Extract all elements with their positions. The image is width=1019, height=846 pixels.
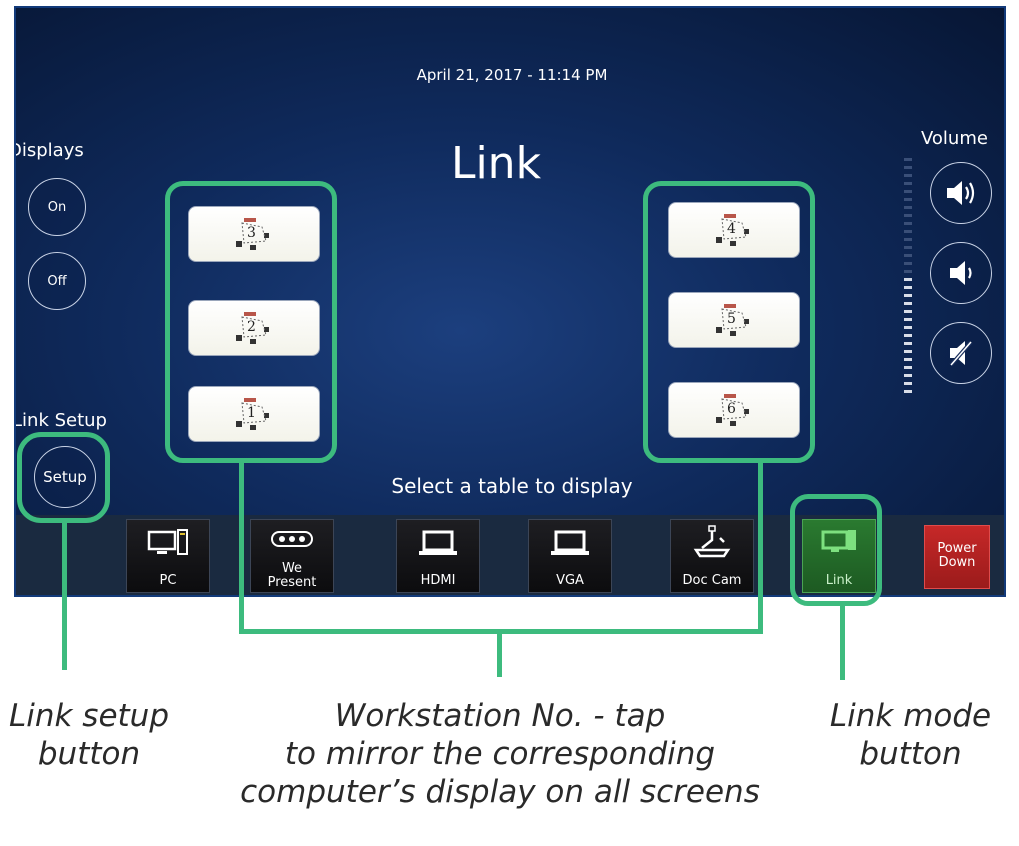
- displays-label: Displays: [14, 140, 84, 161]
- volume-meter-segment: [904, 230, 912, 233]
- volume-meter-segment: [904, 238, 912, 241]
- volume-meter-segment: [904, 318, 912, 321]
- workstation-connector-stem: [497, 629, 502, 677]
- desktop-computer-icon: [127, 528, 209, 560]
- volume-meter-segment: [904, 246, 912, 249]
- source-pc-button[interactable]: PC: [126, 519, 210, 593]
- power-down-button[interactable]: Power Down: [924, 525, 990, 589]
- volume-meter-segment: [904, 262, 912, 265]
- volume-meter-segment: [904, 270, 912, 273]
- volume-meter-segment: [904, 382, 912, 385]
- workstation-connector-right: [758, 462, 763, 634]
- volume-meter-segment: [904, 366, 912, 369]
- source-label: We Present: [267, 561, 317, 590]
- mute-button[interactable]: [930, 322, 992, 384]
- volume-meter-segment: [904, 334, 912, 337]
- volume-meter-segment: [904, 310, 912, 313]
- link-setup-highlight: [17, 432, 110, 523]
- link-mode-caption: Link mode button: [829, 698, 992, 772]
- link-setup-caption: Link setup button: [8, 698, 170, 772]
- wepresent-icon: [251, 530, 333, 562]
- source-vga-button[interactable]: VGA: [528, 519, 612, 593]
- mute-icon: [949, 340, 973, 367]
- datetime: April 21, 2017 - 11:14 PM: [416, 66, 608, 84]
- volume-meter-segment: [904, 390, 912, 393]
- laptop-icon: [529, 528, 611, 560]
- volume-meter-segment: [904, 358, 912, 361]
- volume-meter-segment: [904, 222, 912, 225]
- workstation-caption: Workstation No. - tap to mirror the corr…: [240, 698, 760, 810]
- link-setup-label: Link Setup: [14, 410, 107, 431]
- volume-label: Volume: [921, 128, 988, 149]
- source-label: Doc Cam: [682, 573, 742, 588]
- volume-meter-segment: [904, 342, 912, 345]
- volume-meter-segment: [904, 286, 912, 289]
- volume-meter-segment: [904, 198, 912, 201]
- volume-meter-segment: [904, 302, 912, 305]
- laptop-icon: [397, 528, 479, 560]
- volume-meter-segment: [904, 374, 912, 377]
- link-mode-highlight: [790, 494, 882, 606]
- displays-off-button[interactable]: Off: [28, 252, 86, 310]
- page-title: Link: [450, 138, 542, 189]
- volume-meter-segment: [904, 158, 912, 161]
- volume-meter-segment: [904, 278, 912, 281]
- volume-meter-segment: [904, 166, 912, 169]
- volume-down-button[interactable]: [930, 242, 992, 304]
- volume-meter-segment: [904, 182, 912, 185]
- source-hdmi-button[interactable]: HDMI: [396, 519, 480, 593]
- displays-on-button[interactable]: On: [28, 178, 86, 236]
- source-wepresent-button[interactable]: We Present: [250, 519, 334, 593]
- source-label: HDMI: [420, 573, 456, 588]
- power-down-label: Power Down: [937, 541, 977, 570]
- volume-meter-segment: [904, 326, 912, 329]
- volume-meter-segment: [904, 214, 912, 217]
- workstation-group-right-highlight: [643, 181, 815, 463]
- volume-up-icon: [947, 181, 975, 205]
- volume-meter-segment: [904, 206, 912, 209]
- workstation-group-left-highlight: [165, 181, 337, 463]
- volume-up-button[interactable]: [930, 162, 992, 224]
- volume-meter-segment: [904, 294, 912, 297]
- volume-meter-segment: [904, 174, 912, 177]
- volume-meter-segment: [904, 254, 912, 257]
- source-label: PC: [159, 573, 177, 588]
- workstation-connector-left: [239, 462, 244, 634]
- link-setup-connector: [62, 522, 67, 670]
- document-camera-icon: [671, 524, 753, 558]
- volume-meter-segment: [904, 190, 912, 193]
- volume-down-icon: [950, 261, 972, 285]
- link-mode-connector: [840, 605, 845, 680]
- source-label: VGA: [556, 573, 584, 588]
- source-doc-cam-button[interactable]: Doc Cam: [670, 519, 754, 593]
- volume-meter-segment: [904, 350, 912, 353]
